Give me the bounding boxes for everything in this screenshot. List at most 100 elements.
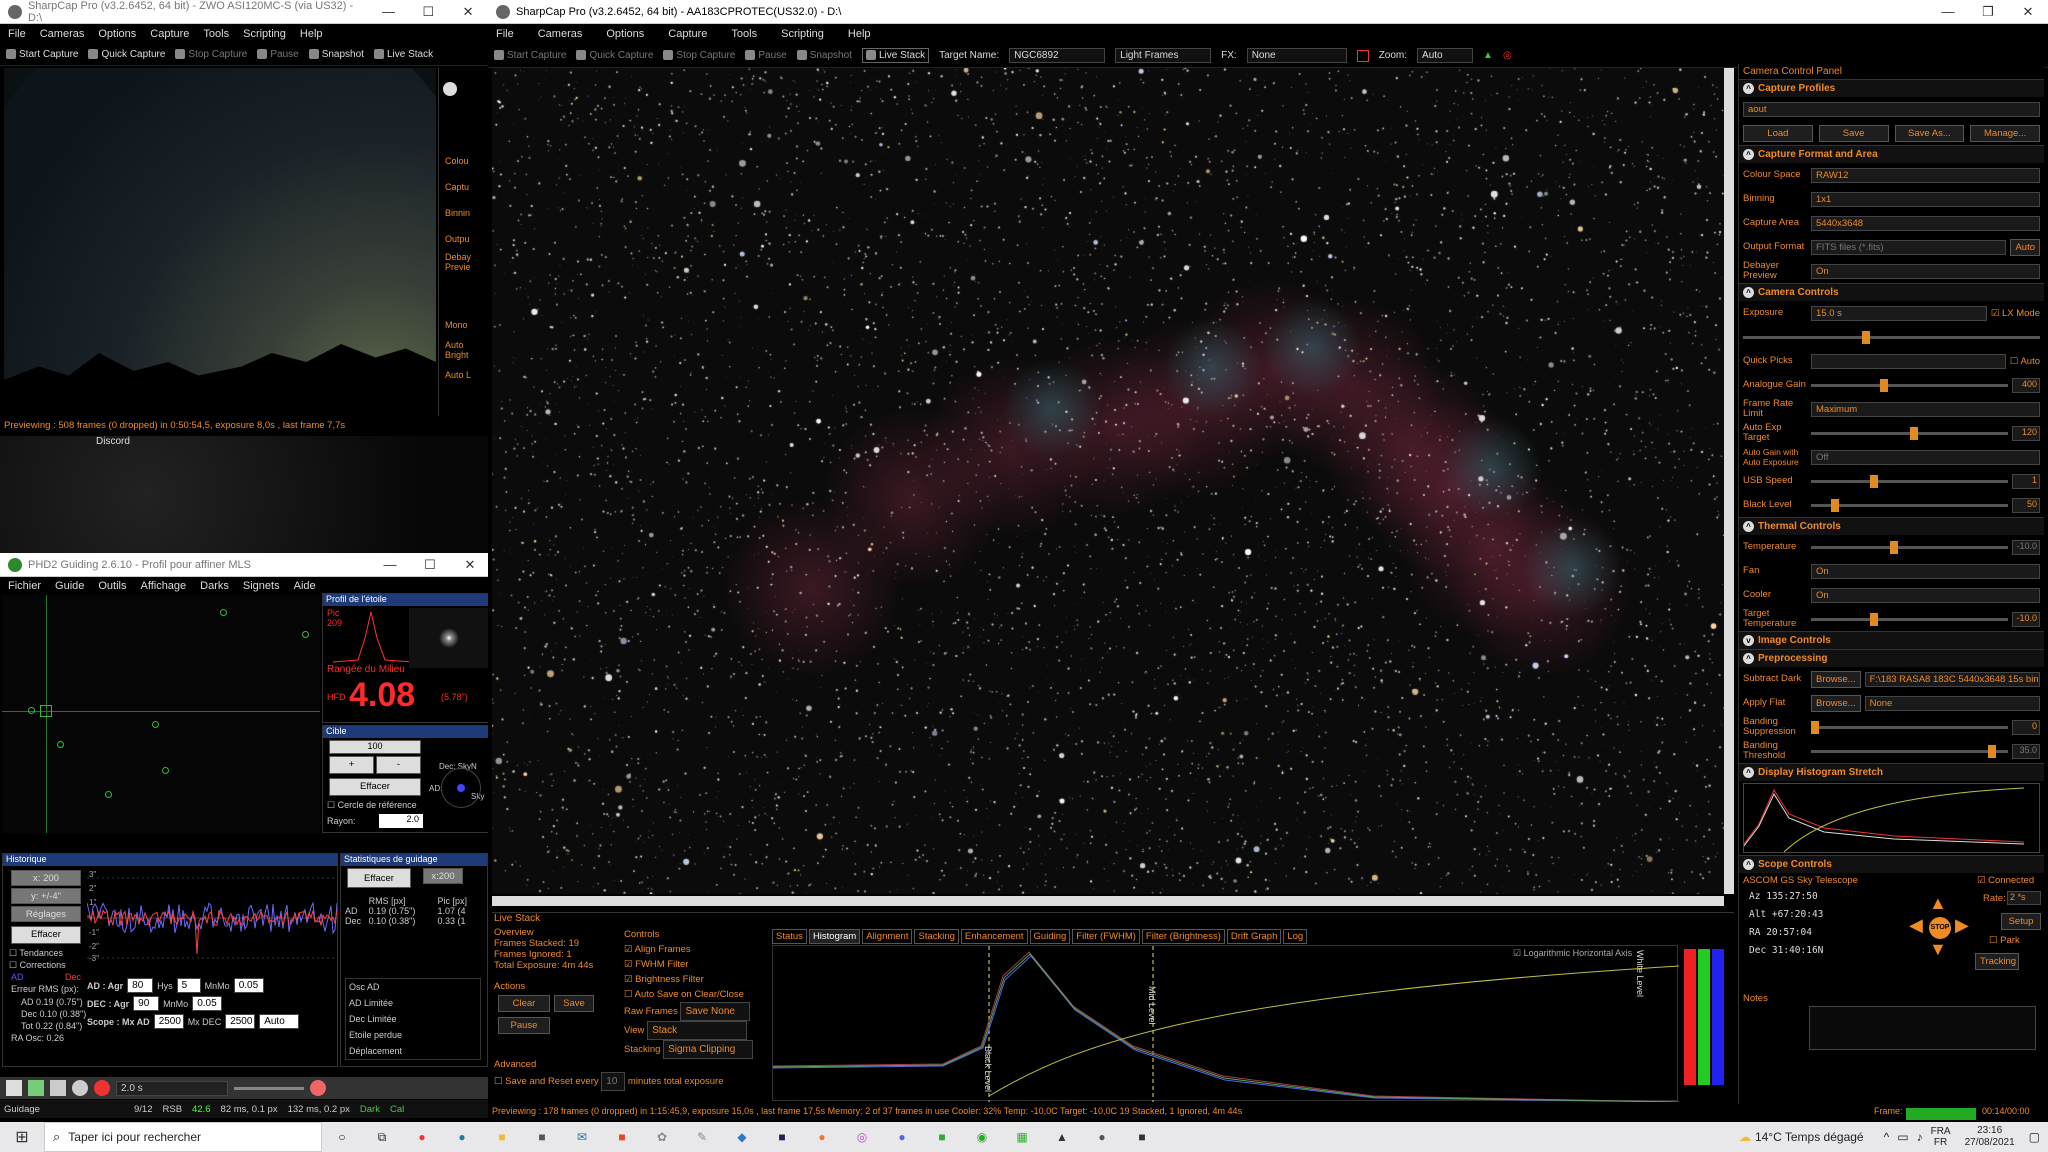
target-plus-button[interactable]: + [329, 756, 374, 774]
main-minimize-icon[interactable]: — [1928, 4, 1968, 19]
phd2-taskbar-icon[interactable]: ◉ [962, 1130, 1002, 1144]
taskbar-search[interactable]: ⌕ Taper ici pour rechercher [44, 1122, 322, 1152]
manage-profile-button[interactable]: Manage... [1970, 124, 2040, 142]
menu-capture[interactable]: Capture [150, 28, 189, 40]
tab-filter-fwhm[interactable]: Filter (FWHM) [1072, 929, 1140, 944]
notes-textarea[interactable] [1809, 1006, 2036, 1050]
phd2-menu-guide[interactable]: Guide [55, 580, 84, 592]
weather-text[interactable]: 14°C Temps dégagé [1755, 1130, 1864, 1144]
tab-stacking[interactable]: Stacking [914, 929, 959, 944]
auto-select-star-icon[interactable] [50, 1080, 66, 1096]
stack-save-button[interactable]: Save [554, 995, 594, 1012]
phd2-menu-tools[interactable]: Outils [98, 580, 126, 592]
output-format-select[interactable]: FITS files (*.fits) [1811, 239, 2007, 255]
mx-dec-input[interactable]: 2500 [225, 1014, 256, 1029]
app-icon[interactable]: ■ [1122, 1130, 1162, 1144]
banding-supp-slider[interactable] [1811, 720, 2008, 734]
guide-icon[interactable] [72, 1080, 88, 1096]
stop-capture-button[interactable]: Stop Capture [175, 49, 247, 60]
zoom-select[interactable]: Auto [1417, 48, 1474, 63]
corrections-checkbox[interactable]: ☐ Corrections [9, 960, 66, 971]
edge-icon[interactable]: ● [442, 1130, 482, 1144]
auto-exp-slider[interactable] [1811, 426, 2008, 440]
brightness-checkbox[interactable]: ☑ Brightness Filter [624, 972, 760, 987]
phd2-menu-help[interactable]: Aide [294, 580, 316, 592]
dark-browse-button[interactable]: Browse... [1811, 670, 1861, 688]
app-icon[interactable]: ■ [922, 1130, 962, 1144]
firefox-icon[interactable]: ● [802, 1130, 842, 1144]
tray-chevron-icon[interactable]: ^ [1884, 1130, 1890, 1144]
start-capture-button[interactable]: Start Capture [6, 49, 78, 60]
banding-thr-value[interactable]: 35.0 [2012, 743, 2040, 759]
app-icon[interactable]: ✿ [642, 1130, 682, 1144]
dec-agr-input[interactable]: 90 [133, 996, 160, 1011]
main-live-stack-button[interactable]: Live Stack [861, 48, 930, 63]
gain-knob[interactable] [1879, 378, 1888, 392]
usb-value[interactable]: 1 [2012, 473, 2040, 489]
nudge-west-button[interactable]: ◀ [1909, 915, 1923, 936]
dark-file-select[interactable]: F:\183 RASA8 183C 5440x3648 15s bin 1... [1864, 671, 2040, 687]
nebula-image[interactable] [492, 68, 1724, 894]
phd2-menu-bookmarks[interactable]: Signets [243, 580, 280, 592]
side-collapse-icon[interactable] [443, 82, 457, 96]
pause-button[interactable]: Pause [257, 49, 299, 60]
notifications-icon[interactable]: ▢ [2029, 1130, 2040, 1144]
gain-slider[interactable] [1811, 378, 2008, 392]
usb-icon[interactable] [6, 1080, 22, 1096]
exposure-knob[interactable] [1861, 330, 1870, 344]
stack-histogram[interactable]: ☑ Logarithmic Horizontal Axis Black Leve… [772, 945, 1679, 1102]
gamma-slider[interactable] [234, 1086, 304, 1090]
cortana-icon[interactable]: ○ [322, 1130, 362, 1144]
autosave-checkbox[interactable]: ☐ Auto Save on Clear/Close [624, 987, 760, 1002]
history-x-select[interactable]: x: 200 [11, 870, 81, 886]
main-menu-cameras[interactable]: Cameras [538, 28, 583, 40]
banding-thr-slider[interactable] [1811, 744, 2008, 758]
banding-supp-value[interactable]: 0 [2012, 719, 2040, 735]
colour-space-select[interactable]: RAW12 [1811, 167, 2040, 183]
tab-filter-brightness[interactable]: Filter (Brightness) [1141, 929, 1225, 944]
section-preprocessing[interactable]: ^ Preprocessing [1739, 649, 2044, 667]
section-camera-controls[interactable]: ^ Camera Controls [1739, 283, 2044, 301]
phd2-guide-view[interactable] [2, 595, 320, 833]
target-temp-slider[interactable] [1811, 612, 2008, 626]
main-menu-capture[interactable]: Capture [668, 28, 707, 40]
black-level-slider[interactable] [1811, 498, 2008, 512]
menu-help[interactable]: Help [300, 28, 323, 40]
allsky-titlebar[interactable]: SharpCap Pro (v3.2.6452, 64 bit) - ZWO A… [0, 0, 488, 24]
save-profile-button[interactable]: Save [1818, 124, 1889, 142]
spreadsheet-icon[interactable]: ▦ [1002, 1130, 1042, 1144]
scope-stop-button[interactable]: STOP [1929, 917, 1951, 939]
main-menu-options[interactable]: Options [606, 28, 644, 40]
target-name-input[interactable]: NGC6892 [1009, 48, 1106, 63]
phd2-menu-view[interactable]: Affichage [141, 580, 187, 592]
tab-status[interactable]: Status [772, 929, 807, 944]
menu-file[interactable]: File [8, 28, 26, 40]
phd2-minimize-icon[interactable]: — [370, 557, 410, 572]
load-profile-button[interactable]: Load [1743, 124, 1813, 142]
main-stop-capture-button[interactable]: Stop Capture [663, 50, 735, 61]
menu-cameras[interactable]: Cameras [40, 28, 85, 40]
target-zoom-select[interactable]: 100 [329, 740, 421, 754]
language-indicator[interactable]: FRA FR [1931, 1126, 1951, 1148]
nudge-east-button[interactable]: ▶ [1955, 915, 1969, 936]
loop-icon[interactable] [28, 1080, 44, 1096]
menu-tools[interactable]: Tools [203, 28, 229, 40]
maximize-icon[interactable]: ☐ [408, 4, 448, 20]
discord-preview[interactable]: Discord [0, 436, 488, 556]
stack-clear-button[interactable]: Clear [498, 995, 550, 1012]
auto-exposure-checkbox[interactable]: ☐ Auto [2010, 356, 2040, 367]
close-icon[interactable]: ✕ [448, 4, 488, 20]
auto-gain-select[interactable]: Off [1811, 449, 2040, 465]
mail-icon[interactable]: ✉ [562, 1130, 602, 1144]
exposure-input[interactable]: 15.0 s [1811, 305, 1987, 321]
minimize-icon[interactable]: — [369, 4, 409, 19]
banding-supp-knob[interactable] [1811, 720, 1819, 734]
flat-file-select[interactable]: None [1864, 695, 2040, 711]
blue-slider[interactable] [1712, 949, 1724, 1085]
main-titlebar[interactable]: SharpCap Pro (v3.2.6452, 64 bit) - AA183… [488, 0, 2048, 24]
tab-drift-graph[interactable]: Drift Graph [1226, 929, 1282, 944]
phd2-titlebar[interactable]: PHD2 Guiding 2.6.10 - Profil pour affine… [0, 553, 490, 577]
main-maximize-icon[interactable]: ❐ [1968, 4, 2008, 20]
network-icon[interactable]: ▭ [1897, 1130, 1908, 1144]
history-clear-button[interactable]: Effacer [11, 926, 81, 944]
